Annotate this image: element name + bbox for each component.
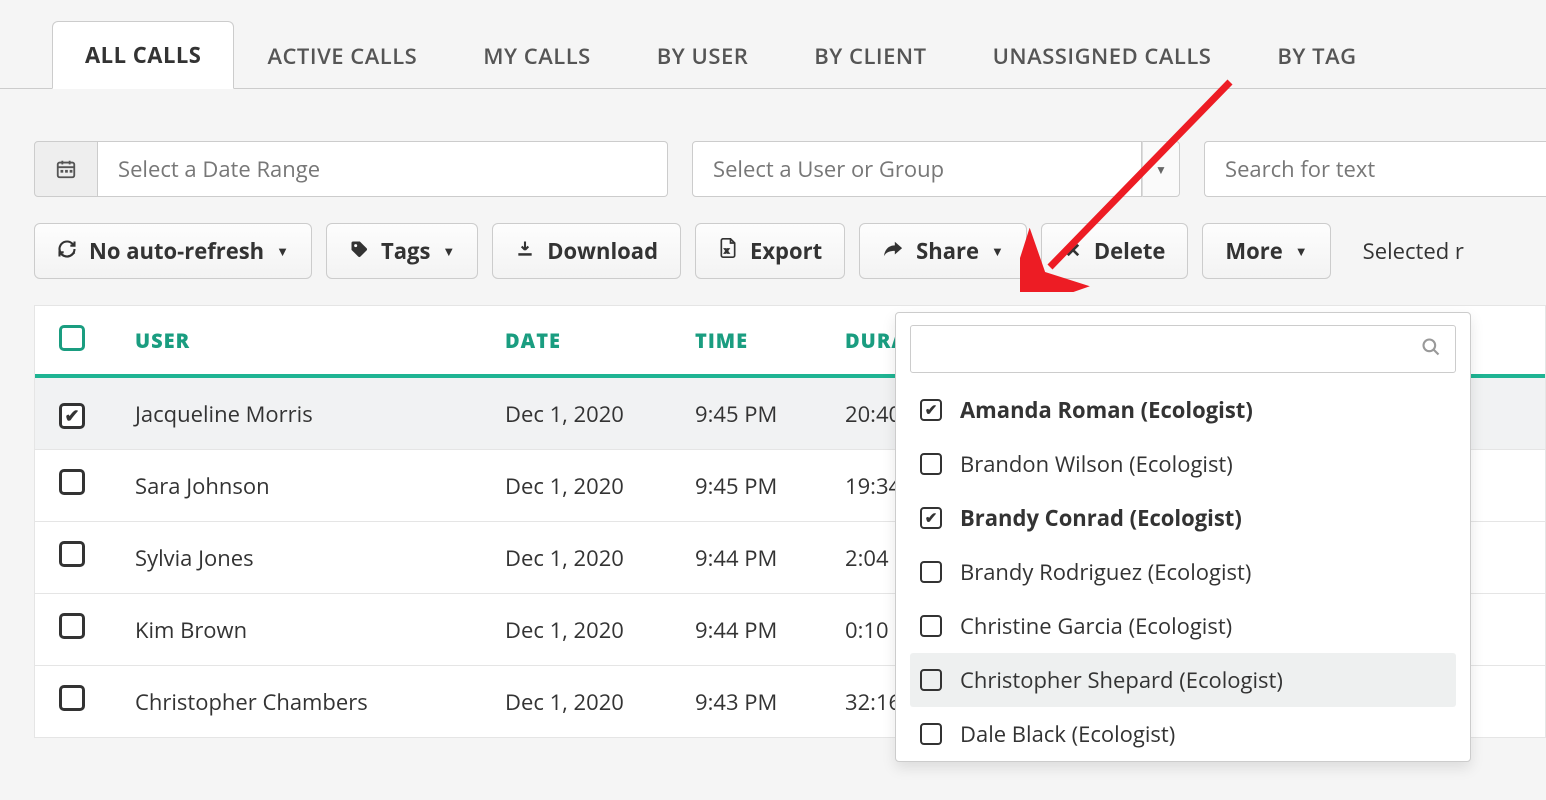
row-checkbox[interactable] xyxy=(59,403,85,429)
tags-button[interactable]: Tags ▼ xyxy=(326,223,478,279)
svg-text:x: x xyxy=(725,246,730,255)
tab-active-calls[interactable]: ACTIVE CALLS xyxy=(234,22,450,89)
col-time[interactable]: TIME xyxy=(695,327,845,354)
tags-label: Tags xyxy=(381,236,430,266)
row-checkbox[interactable] xyxy=(59,685,85,711)
item-label: Brandy Rodriguez (Ecologist) xyxy=(960,557,1251,587)
actions-row: No auto-refresh ▼ Tags ▼ Download x Expo… xyxy=(0,197,1546,279)
share-button[interactable]: Share ▼ xyxy=(859,223,1027,279)
date-range-input[interactable]: Select a Date Range xyxy=(98,141,668,197)
cell-time: 9:44 PM xyxy=(695,543,845,573)
more-label: More xyxy=(1225,236,1282,266)
cell-date: Dec 1, 2020 xyxy=(505,471,695,501)
tab-my-calls[interactable]: MY CALLS xyxy=(450,22,624,89)
search-text-input[interactable]: Search for text xyxy=(1204,141,1546,197)
item-label: Christopher Shepard (Ecologist) xyxy=(960,665,1283,695)
item-checkbox[interactable] xyxy=(920,561,942,583)
tab-all-calls[interactable]: ALL CALLS xyxy=(52,21,234,89)
item-label: Christine Garcia (Ecologist) xyxy=(960,611,1232,641)
col-date[interactable]: DATE xyxy=(505,327,695,354)
export-button[interactable]: x Export xyxy=(695,223,845,279)
col-user[interactable]: USER xyxy=(135,327,505,354)
select-all-cell xyxy=(35,325,135,356)
share-user-item[interactable]: Brandon Wilson (Ecologist) xyxy=(910,437,1456,491)
row-checkbox[interactable] xyxy=(59,613,85,639)
share-dropdown: Amanda Roman (Ecologist) Brandon Wilson … xyxy=(895,312,1471,762)
share-user-item[interactable]: Amanda Roman (Ecologist) xyxy=(910,383,1456,437)
download-button[interactable]: Download xyxy=(492,223,681,279)
row-checkbox[interactable] xyxy=(59,541,85,567)
cell-time: 9:43 PM xyxy=(695,687,845,717)
selected-count-label: Selected r xyxy=(1363,236,1464,266)
share-icon xyxy=(882,238,904,265)
tab-by-client[interactable]: BY CLIENT xyxy=(781,22,959,89)
delete-button[interactable]: Delete xyxy=(1041,223,1189,279)
chevron-down-icon[interactable]: ▼ xyxy=(1142,141,1180,197)
cell-date: Dec 1, 2020 xyxy=(505,399,695,429)
item-checkbox[interactable] xyxy=(920,453,942,475)
export-file-icon: x xyxy=(718,237,738,265)
item-label: Dale Black (Ecologist) xyxy=(960,719,1175,749)
cell-user: Christopher Chambers xyxy=(135,687,505,717)
caret-down-icon: ▼ xyxy=(1295,242,1308,260)
cell-date: Dec 1, 2020 xyxy=(505,543,695,573)
caret-down-icon: ▼ xyxy=(442,242,455,260)
close-icon xyxy=(1064,238,1082,265)
cell-time: 9:44 PM xyxy=(695,615,845,645)
cell-user: Jacqueline Morris xyxy=(135,399,505,429)
select-all-checkbox[interactable] xyxy=(59,325,85,351)
search-icon xyxy=(1421,336,1441,363)
item-checkbox[interactable] xyxy=(920,723,942,745)
caret-down-icon: ▼ xyxy=(276,242,289,260)
user-group-select: Select a User or Group ▼ xyxy=(692,141,1180,197)
share-user-item[interactable]: Brandy Rodriguez (Ecologist) xyxy=(910,545,1456,599)
item-label: Amanda Roman (Ecologist) xyxy=(960,395,1253,425)
refresh-icon xyxy=(57,238,77,265)
filters-row: Select a Date Range Select a User or Gro… xyxy=(0,89,1546,197)
user-group-input[interactable]: Select a User or Group xyxy=(692,141,1142,197)
cell-user: Kim Brown xyxy=(135,615,505,645)
share-user-list[interactable]: Amanda Roman (Ecologist) Brandon Wilson … xyxy=(910,383,1456,761)
refresh-button[interactable]: No auto-refresh ▼ xyxy=(34,223,312,279)
item-checkbox[interactable] xyxy=(920,615,942,637)
cell-date: Dec 1, 2020 xyxy=(505,687,695,717)
share-user-item[interactable]: Christine Garcia (Ecologist) xyxy=(910,599,1456,653)
share-user-item[interactable]: Brandy Conrad (Ecologist) xyxy=(910,491,1456,545)
item-checkbox[interactable] xyxy=(920,399,942,421)
share-user-item[interactable]: Dale Black (Ecologist) xyxy=(910,707,1456,761)
cell-time: 9:45 PM xyxy=(695,471,845,501)
row-checkbox[interactable] xyxy=(59,469,85,495)
date-range-group: Select a Date Range xyxy=(34,141,668,197)
share-search-row xyxy=(910,325,1456,373)
cell-date: Dec 1, 2020 xyxy=(505,615,695,645)
cell-time: 9:45 PM xyxy=(695,399,845,429)
download-icon xyxy=(515,238,535,265)
tab-by-user[interactable]: BY USER xyxy=(624,22,782,89)
calendar-icon xyxy=(34,141,98,197)
share-label: Share xyxy=(916,236,979,266)
refresh-label: No auto-refresh xyxy=(89,236,264,266)
share-user-item[interactable]: Christopher Shepard (Ecologist) xyxy=(910,653,1456,707)
cell-user: Sara Johnson xyxy=(135,471,505,501)
tab-unassigned-calls[interactable]: UNASSIGNED CALLS xyxy=(960,22,1245,89)
download-label: Download xyxy=(547,236,658,266)
tab-by-tag[interactable]: BY TAG xyxy=(1244,22,1389,89)
item-label: Brandy Conrad (Ecologist) xyxy=(960,503,1242,533)
item-checkbox[interactable] xyxy=(920,507,942,529)
item-checkbox[interactable] xyxy=(920,669,942,691)
delete-label: Delete xyxy=(1094,236,1166,266)
tag-icon xyxy=(349,238,369,265)
caret-down-icon: ▼ xyxy=(991,242,1004,260)
share-search-input[interactable] xyxy=(925,338,1411,361)
cell-user: Sylvia Jones xyxy=(135,543,505,573)
tabs-bar: ALL CALLS ACTIVE CALLS MY CALLS BY USER … xyxy=(0,0,1546,89)
item-label: Brandon Wilson (Ecologist) xyxy=(960,449,1233,479)
export-label: Export xyxy=(750,236,822,266)
more-button[interactable]: More ▼ xyxy=(1202,223,1330,279)
